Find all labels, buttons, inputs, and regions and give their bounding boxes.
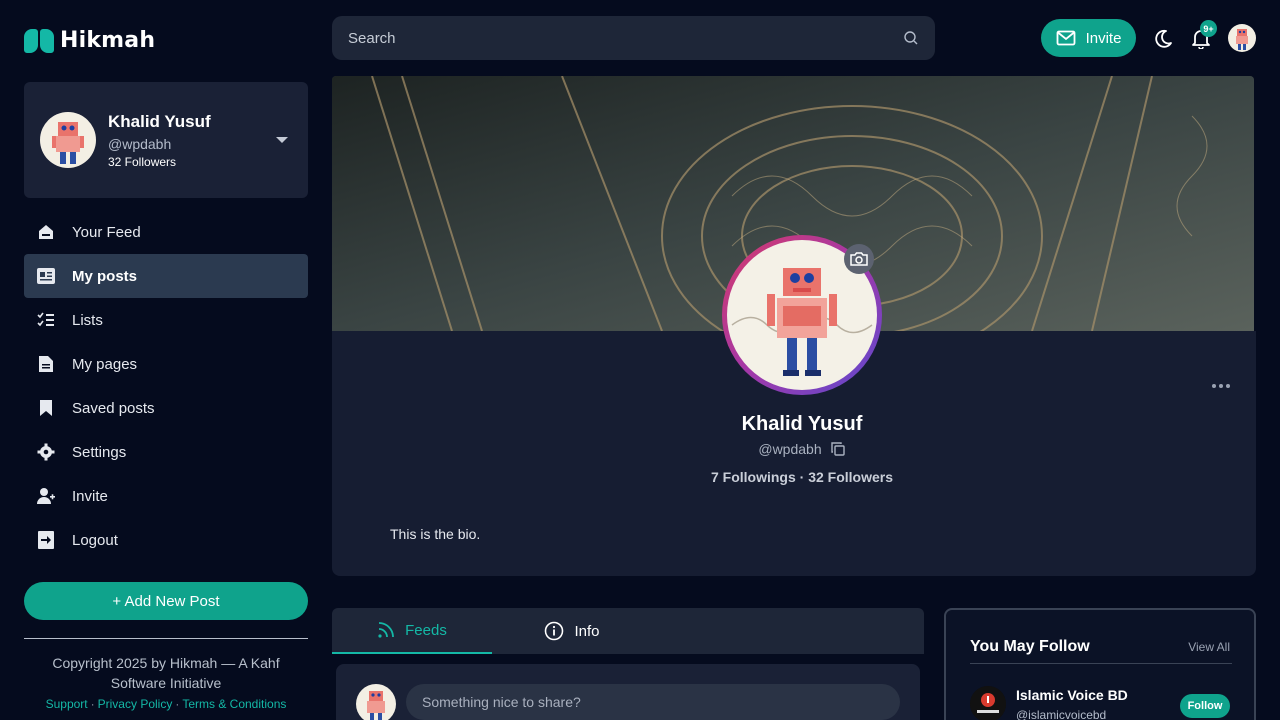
divider — [970, 663, 1232, 664]
suggestion-name[interactable]: Islamic Voice BD — [1016, 687, 1128, 703]
post-composer: Something nice to share? — [336, 664, 920, 720]
avatar — [356, 684, 396, 720]
profile-name: Khalid Yusuf — [741, 413, 863, 435]
privacy-link[interactable]: Privacy Policy — [98, 697, 173, 711]
brand-name: Hikmah — [60, 28, 156, 53]
tab-info[interactable]: Info — [492, 608, 652, 654]
logout-icon — [36, 530, 56, 550]
user-avatar[interactable] — [1228, 24, 1256, 52]
tab-feeds[interactable]: Feeds — [332, 608, 492, 654]
profile-handle: @wpdabh — [108, 136, 172, 152]
search-icon[interactable] — [903, 30, 919, 46]
support-link[interactable]: Support — [46, 697, 88, 711]
footer-links: Support · Privacy Policy · Terms & Condition… — [45, 697, 287, 711]
sidebar-item-label: Settings — [72, 443, 127, 461]
sidebar-item-label: Logout — [72, 531, 118, 549]
search-bar[interactable] — [332, 16, 935, 60]
sidebar-item-your-feed[interactable]: Your Feed — [24, 210, 308, 254]
sidebar-item-my-posts[interactable]: My posts — [24, 254, 308, 298]
search-input[interactable] — [348, 29, 903, 47]
sidebar-item-label: Saved posts — [72, 399, 155, 417]
sidebar-item-saved-posts[interactable]: Saved posts — [24, 386, 308, 430]
sidebar-item-my-pages[interactable]: My pages — [24, 342, 308, 386]
logo-mark — [24, 28, 54, 53]
page-icon — [36, 354, 56, 374]
sidebar-nav: Your Feed My posts Lists My pages Saved … — [24, 210, 308, 562]
profile-handle-row: @wpdabh — [332, 441, 1272, 457]
composer-input[interactable]: Something nice to share? — [406, 684, 900, 720]
sidebar-item-label: Your Feed — [72, 223, 141, 241]
dark-mode-icon[interactable] — [1152, 28, 1174, 50]
tab-label: Info — [574, 622, 600, 640]
sidebar-item-label: My pages — [72, 355, 138, 373]
sidebar-item-label: Lists — [72, 311, 103, 329]
chevron-down-icon[interactable] — [276, 137, 288, 143]
mail-icon — [1056, 30, 1075, 46]
sidebar-item-settings[interactable]: Settings — [24, 430, 308, 474]
islamic-voice-logo-icon — [970, 686, 1006, 720]
copyright-text: Copyright 2025 by Hikmah — A Kahf Softwa… — [52, 655, 280, 691]
sidebar-item-label: My posts — [72, 267, 138, 285]
profile-name: Khalid Yusuf — [108, 112, 211, 131]
sidebar-item-logout[interactable]: Logout — [24, 518, 308, 562]
profile-followers: 32 Followers — [108, 155, 177, 169]
suggestions-title: You May Follow — [970, 638, 1090, 655]
profile-stats[interactable]: 7 Followings · 32 Followers — [332, 469, 1272, 485]
sidebar-item-lists[interactable]: Lists — [24, 298, 308, 342]
avatar — [40, 112, 96, 168]
profile-handle: @wpdabh — [758, 441, 822, 457]
more-options-icon[interactable] — [1212, 380, 1234, 392]
home-icon — [36, 222, 56, 242]
profile-tabs: Feeds Info — [332, 608, 924, 654]
view-all-link[interactable]: View All — [1188, 640, 1230, 654]
posts-icon — [36, 266, 56, 286]
terms-link[interactable]: Terms & Conditions — [182, 697, 286, 711]
sidebar-item-invite[interactable]: Invite — [24, 474, 308, 518]
robot-avatar-icon — [52, 122, 84, 164]
robot-avatar-icon — [367, 691, 385, 720]
suggestion-handle: @islamicvoicebd — [1016, 708, 1107, 720]
camera-icon[interactable] — [844, 244, 874, 274]
bookmark-icon — [36, 398, 56, 418]
follow-button[interactable]: Follow — [1180, 694, 1230, 718]
sidebar-item-label: Invite — [72, 487, 108, 505]
brand-logo[interactable]: Hikmah — [24, 28, 155, 53]
notification-badge: 9+ — [1200, 20, 1217, 37]
divider — [24, 638, 308, 639]
rss-icon — [378, 622, 395, 638]
profile-card[interactable]: Khalid Yusuf @wpdabh 32 Followers — [24, 82, 308, 198]
invite-label: Invite — [1085, 29, 1122, 47]
profile-bio: This is the bio. — [390, 526, 481, 542]
add-post-button[interactable]: + Add New Post — [24, 582, 308, 620]
tab-label: Feeds — [405, 621, 447, 639]
add-user-icon — [36, 486, 56, 506]
info-icon — [545, 621, 564, 641]
copy-icon[interactable] — [830, 441, 846, 457]
suggestions-card: You May Follow View All Islamic Voice BD… — [944, 608, 1256, 720]
robot-avatar-icon — [1236, 29, 1248, 50]
invite-button[interactable]: Invite — [1041, 19, 1136, 57]
suggestion-avatar[interactable] — [970, 686, 1006, 720]
gear-icon — [36, 442, 56, 462]
list-icon — [36, 310, 56, 330]
